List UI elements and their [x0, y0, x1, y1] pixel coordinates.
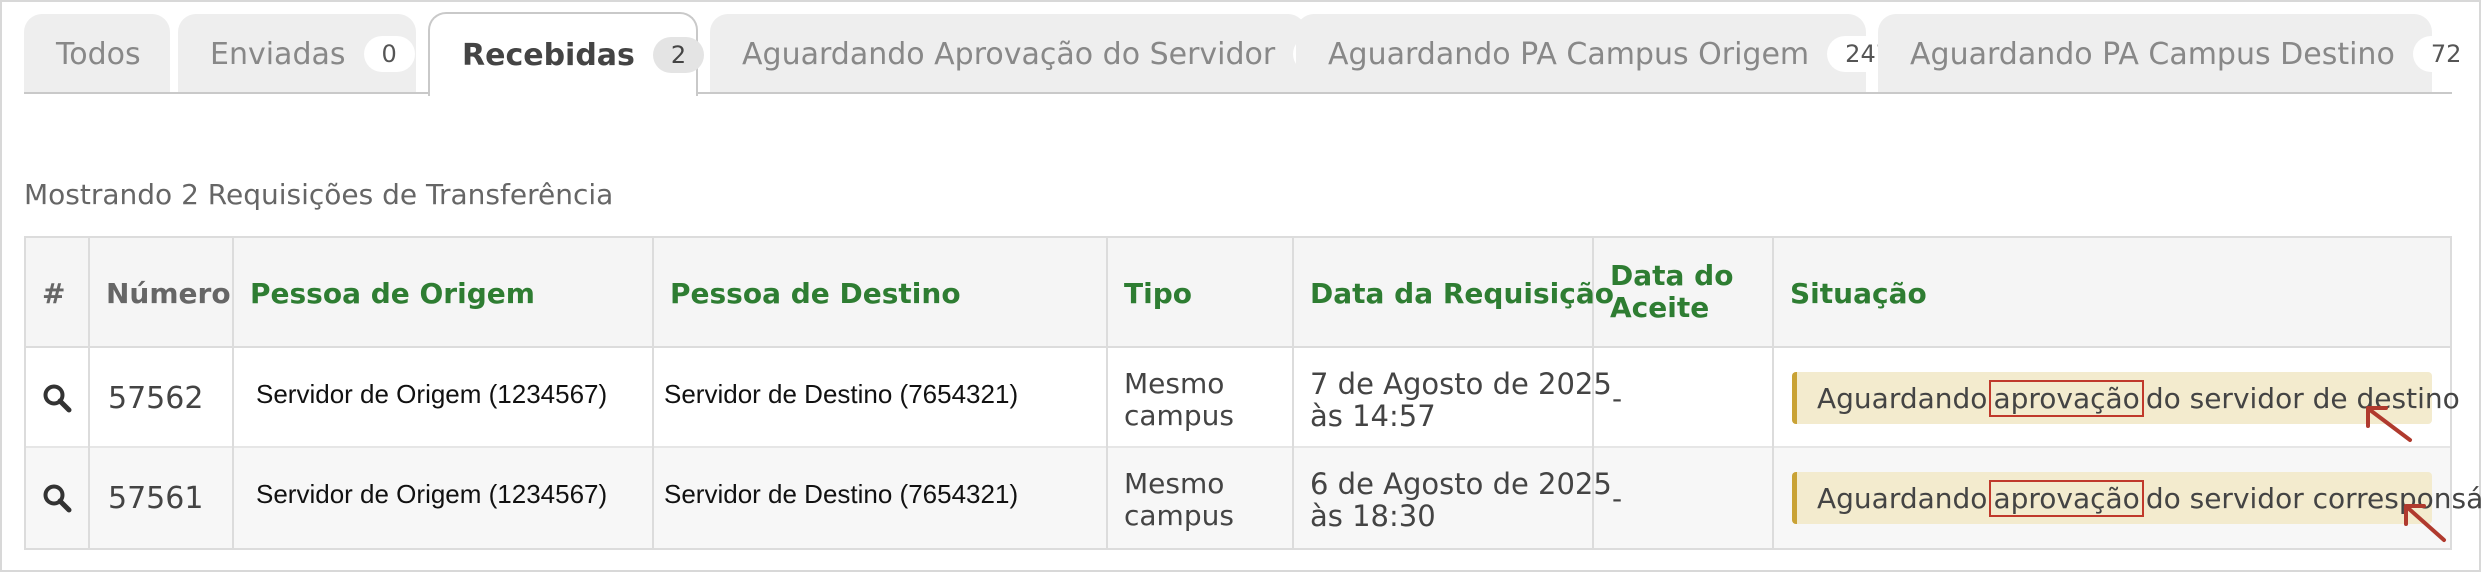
header-tipo[interactable]: Tipo: [1124, 238, 1192, 348]
column-divider: [232, 238, 234, 548]
header-hash: #: [42, 276, 66, 310]
column-divider: [1292, 238, 1294, 548]
search-icon: [43, 384, 72, 413]
transfer-requests-table: # Número Pessoa de Origem Pessoa de Dest…: [24, 236, 2481, 550]
header-pessoa-destino[interactable]: Pessoa de Destino: [670, 238, 961, 348]
cell-data-aceite: -: [1612, 481, 1623, 515]
tab-count-badge: 2: [652, 37, 705, 73]
cell-data-requisicao: 6 de Agosto de 2025 às 18:30: [1310, 468, 1612, 532]
cell-data-line2: às 14:57: [1310, 399, 1436, 433]
cell-numero: 57561: [108, 480, 204, 516]
cell-numero: 57562: [108, 380, 204, 416]
results-summary: Mostrando 2 Requisições de Transferência: [24, 178, 614, 211]
search-icon: [43, 484, 72, 513]
cell-pessoa-origem: Servidor de Origem (1234567): [256, 378, 608, 409]
tab-aguardando-pa-campus-destino[interactable]: Aguardando PA Campus Destino 72: [1878, 14, 2480, 94]
tab-aguardando-pa-campus-origem[interactable]: Aguardando PA Campus Origem 2477: [1296, 14, 1925, 94]
cell-pessoa-origem: Servidor de Origem (1234567): [256, 478, 608, 509]
tab-label: Todos: [56, 36, 141, 72]
cell-data-aceite: -: [1612, 381, 1623, 415]
tab-label: Aguardando PA Campus Destino: [1910, 36, 2395, 72]
cell-data-line1: 6 de Agosto de 2025: [1310, 467, 1612, 501]
tab-bar: Todos Enviadas 0 Recebidas 2 Aguardando …: [24, 12, 2480, 96]
cell-tipo-line2: campus: [1124, 499, 1234, 532]
tab-count-badge: 72: [2412, 36, 2480, 72]
view-button[interactable]: [42, 448, 72, 548]
cell-pessoa-destino: Servidor de Destino (7654321): [664, 478, 1019, 509]
cell-data-line1: 7 de Agosto de 2025: [1310, 367, 1612, 401]
tab-aguardando-aprovacao-servidor[interactable]: Aguardando Aprovação do Servidor 1: [710, 14, 1345, 94]
header-numero: Número: [106, 276, 231, 310]
tab-label: Enviadas: [210, 36, 346, 72]
annotation-arrow-icon: [2404, 504, 2446, 542]
cell-tipo-line1: Mesmo: [1124, 367, 1225, 400]
cell-tipo: Mesmo campus: [1124, 468, 1234, 532]
header-data-requisicao[interactable]: Data da Requisição: [1310, 238, 1614, 348]
tab-recebidas[interactable]: Recebidas 2: [428, 12, 705, 96]
column-divider: [652, 238, 654, 548]
cell-data-line2: às 18:30: [1310, 499, 1436, 533]
status-highlight: aprovação: [1989, 479, 2144, 517]
header-pessoa-origem[interactable]: Pessoa de Origem: [250, 238, 535, 348]
status-text: Aguardando: [1817, 381, 1988, 415]
header-data-aceite[interactable]: Data do Aceite: [1610, 260, 1733, 324]
column-divider: [88, 238, 90, 548]
status-badge: Aguardando aprovação do servidor de dest…: [1792, 372, 2460, 424]
header-data-aceite-line1: Data do: [1610, 259, 1734, 292]
column-divider: [1772, 238, 1774, 548]
tab-label: Recebidas: [462, 37, 635, 73]
tab-todos[interactable]: Todos: [24, 14, 170, 94]
status-badge: Aguardando aprovação do servidor corresp…: [1792, 472, 2481, 524]
status-highlight: aprovação: [1989, 379, 2144, 417]
tab-count-badge: 0: [363, 36, 415, 72]
tab-label: Aguardando PA Campus Origem: [1328, 36, 1810, 72]
annotation-arrow-icon: [2366, 406, 2412, 442]
cell-tipo-line1: Mesmo: [1124, 467, 1225, 500]
status-text: Aguardando: [1817, 481, 1988, 515]
tab-label: Aguardando Aprovação do Servidor: [742, 36, 1276, 72]
cell-tipo: Mesmo campus: [1124, 368, 1234, 432]
cell-pessoa-destino: Servidor de Destino (7654321): [664, 378, 1019, 409]
cell-tipo-line2: campus: [1124, 399, 1234, 432]
column-divider: [1106, 238, 1108, 548]
header-situacao[interactable]: Situação: [1790, 238, 1927, 348]
header-data-aceite-line2: Aceite: [1610, 291, 1710, 324]
cell-data-requisicao: 7 de Agosto de 2025 às 14:57: [1310, 368, 1612, 432]
view-button[interactable]: [42, 348, 72, 448]
tab-enviadas[interactable]: Enviadas 0: [178, 14, 416, 94]
